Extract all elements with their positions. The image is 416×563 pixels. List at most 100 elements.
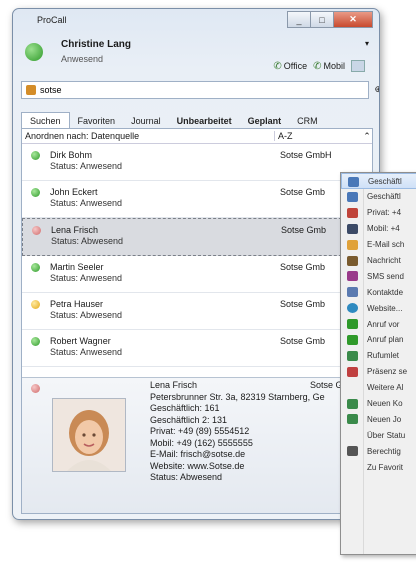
menu-item-label: Neuen Jo [367,414,402,424]
contact-row[interactable]: Robert Wagner Status: Anwesend Sotse Gmb [22,330,372,367]
menu-item-call-forward[interactable]: Rufumlet [341,348,416,364]
contact-row-selected[interactable]: Lena Frisch Status: Abwesend Sotse Gmb [22,218,372,256]
tab-crm[interactable]: CRM [289,113,326,129]
presence-icon [31,151,40,160]
detail-business-phone-2[interactable]: Geschäftlich 2: 131 [150,415,325,427]
menu-item-send-email[interactable]: E-Mail sch [341,237,416,253]
menu-item-label: Geschäftl [367,192,401,202]
contact-company: Sotse GmbH [280,150,332,160]
user-status[interactable]: Anwesend [61,54,103,64]
contact-card-icon [347,287,358,298]
menu-item-label: Neuen Ko [367,399,403,409]
menu-item-call-private[interactable]: Privat: +4 [341,205,416,221]
detail-address: Petersbrunner Str. 3a, 82319 Starnberg, … [150,391,325,402]
menu-item-more-actions[interactable]: Weitere Al [341,380,416,396]
presence-icon [32,226,41,235]
menu-item-new-contact[interactable]: Neuen Ko [341,396,416,412]
contact-company: Sotse Gmb [280,262,326,272]
menu-item-label: Präsenz se [367,367,408,377]
minimize-button[interactable]: _ [287,11,311,28]
contact-name: Dirk Bohm [50,150,93,160]
menu-item-call-mobile[interactable]: Mobil: +4 [341,221,416,237]
forward-icon [347,350,358,361]
contact-row[interactable]: Martin Seeler Status: Anwesend Sotse Gmb [22,256,372,293]
sort-order-select[interactable]: A-Z [274,131,362,141]
tab-geplant[interactable]: Geplant [240,113,290,129]
menu-item-call-business-2[interactable]: Geschäftl [341,189,416,205]
presence-icon [31,337,40,346]
window-title: ProCall [37,15,67,25]
menu-item-label: Geschäftl [368,176,402,186]
detail-website[interactable]: Website: www.Sotse.de [150,461,325,473]
home-icon [347,207,358,218]
contact-company: Sotse Gmb [281,225,327,235]
menu-item-label: Anruf vor [367,319,400,329]
menu-item-label: Zu Favorit [367,462,404,472]
menu-item-plan-call[interactable]: Anruf plan [341,332,416,348]
tab-favoriten[interactable]: Favoriten [70,113,124,129]
menu-item-message[interactable]: Nachricht [341,253,416,269]
email-icon [347,239,358,250]
contact-status: Status: Anwesend [50,347,123,357]
mode-mobil-button[interactable]: ✆ Mobil [313,61,345,72]
layout-icon[interactable] [351,60,365,72]
office-phone-icon [347,192,358,202]
call-plan-icon [347,335,358,346]
search-source-icon [26,85,36,95]
menu-item-about-status[interactable]: Über Statu [341,427,416,443]
menu-item-label: Rufumlet [367,351,400,361]
menu-item-permissions[interactable]: Berechtig [341,443,416,459]
detail-email[interactable]: E-Mail: frisch@sotse.de [150,449,325,461]
menu-item-presence[interactable]: Präsenz se [341,364,416,380]
menu-item-new-journal[interactable]: Neuen Jo [341,411,416,427]
contact-name: John Eckert [50,187,98,197]
detail-private-phone[interactable]: Privat: +49 (89) 5554512 [150,426,325,438]
contact-name: Lena Frisch [51,225,99,235]
tab-unbearbeitet[interactable]: Unbearbeitet [169,113,240,129]
search-go-icon[interactable]: ⊕ [374,84,379,95]
menu-item-label: Berechtig [367,446,401,456]
title-bar[interactable]: ProCall _ □ ✕ [13,9,379,33]
new-contact-icon [347,398,358,409]
tab-journal[interactable]: Journal [123,113,169,129]
contact-row[interactable]: Petra Hauser Status: Abwesend Sotse Gmb [22,293,372,330]
menu-item-label: Privat: +4 [367,208,402,218]
contact-company: Sotse Gmb [280,336,326,346]
menu-item-add-favorite[interactable]: Zu Favorit [341,459,416,475]
menu-item-label: Website... [367,303,403,313]
close-button[interactable]: ✕ [333,11,373,28]
detail-mobile-phone[interactable]: Mobil: +49 (162) 5555555 [150,438,325,450]
sort-arrow-icon[interactable]: ⌃ [362,131,372,142]
menu-item-website[interactable]: Website... [341,300,416,316]
tab-suchen[interactable]: Suchen [21,112,70,129]
phone-icon: ✆ [273,60,282,72]
mode-mobil-label: Mobil [323,61,345,71]
mode-office-button[interactable]: ✆ Office [273,61,307,72]
contact-row[interactable]: Dirk Bohm Status: Anwesend Sotse GmbH [22,144,372,181]
menu-item-label: Kontaktde [367,287,404,297]
tab-bar: Suchen Favoriten Journal Unbearbeitet Ge… [21,109,371,129]
presence-status-icon[interactable] [25,43,43,61]
menu-item-call-business[interactable]: Geschäftl [341,173,416,189]
contact-row[interactable]: John Eckert Status: Anwesend Sotse Gmb [22,181,372,218]
menu-item-label: Über Statu [367,430,406,440]
permissions-icon [347,446,358,457]
sort-label[interactable]: Anordnen nach: Datenquelle [22,131,274,141]
menu-item-label: Weitere Al [367,383,404,393]
menu-item-send-sms[interactable]: SMS send [341,268,416,284]
mode-office-label: Office [283,61,308,71]
menu-item-contact-details[interactable]: Kontaktde [341,284,416,300]
contact-company: Sotse Gmb [280,299,326,309]
menu-item-call-ahead[interactable]: Anruf vor [341,316,416,332]
call-modes: ✆ Office ✆ Mobil [273,60,365,72]
contact-status: Status: Anwesend [50,273,123,283]
detail-business-phone[interactable]: Geschäftlich: 161 [150,403,325,415]
presence-icon [31,263,40,272]
search-input[interactable] [40,85,368,95]
contact-status: Status: Anwesend [50,161,123,171]
user-presence: Christine Lang Anwesend ▾ ✆ Office ✆ Mob… [21,37,371,77]
maximize-button[interactable]: □ [310,11,334,28]
contact-name: Martin Seeler [50,262,104,272]
chevron-down-icon[interactable]: ▾ [365,39,369,48]
avatar [53,399,125,471]
